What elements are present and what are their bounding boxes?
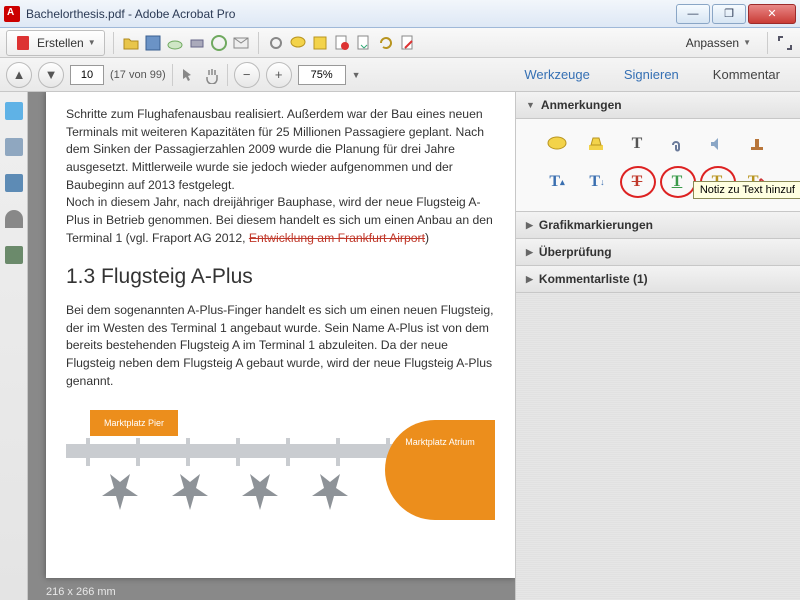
attach-file-tool[interactable] xyxy=(660,129,694,159)
comment-bubble-icon[interactable] xyxy=(289,34,307,52)
create-button[interactable]: Erstellen ▼ xyxy=(6,30,105,56)
page-total-label: (17 von 99) xyxy=(110,69,166,81)
save-icon[interactable] xyxy=(144,34,162,52)
pages-icon[interactable] xyxy=(5,138,23,156)
strikethrough-text[interactable]: Entwicklung am Frankfurt Airport xyxy=(249,231,425,245)
annotation-tools: T T▴ T↓ T T T💬 T✎ Notiz zu Text hinzuf xyxy=(516,119,800,212)
bookmarks-icon[interactable] xyxy=(5,174,23,192)
review-header[interactable]: ▶Überprüfung xyxy=(516,239,800,266)
zoom-in-button[interactable]: + xyxy=(266,62,292,88)
signatures-icon[interactable] xyxy=(5,246,23,264)
zoom-out-button[interactable]: − xyxy=(234,62,260,88)
rotate-icon[interactable] xyxy=(377,34,395,52)
zoom-input[interactable] xyxy=(298,65,346,85)
window-title: Bachelorthesis.pdf - Adobe Acrobat Pro xyxy=(26,7,674,21)
navigation-toolbar: ▲ ▼ (17 von 99) − + ▼ Werkzeuge Signiere… xyxy=(0,58,800,92)
document-area[interactable]: Schritte zum Flughafenausbau realisiert.… xyxy=(28,92,515,600)
page-up-button[interactable]: ▲ xyxy=(6,62,32,88)
graphic-markup-header[interactable]: ▶Grafikmarkierungen xyxy=(516,212,800,239)
main-toolbar: Erstellen ▼ Anpassen ▼ xyxy=(0,28,800,58)
tab-comment[interactable]: Kommentar xyxy=(699,61,794,88)
hand-tool-icon[interactable] xyxy=(203,66,221,84)
edit-icon[interactable] xyxy=(399,34,417,52)
sticky-note-tool[interactable] xyxy=(540,129,574,159)
gear-icon[interactable] xyxy=(267,34,285,52)
delete-page-icon[interactable] xyxy=(333,34,351,52)
body-paragraph: Noch in diesem Jahr, nach dreijähriger B… xyxy=(66,194,495,247)
comment-panel: ▼Anmerkungen T T▴ T↓ T T T💬 T✎ Notiz zu … xyxy=(515,92,800,600)
section-heading: 1.3 Flugsteig A-Plus xyxy=(66,262,495,292)
page-number-input[interactable] xyxy=(70,65,104,85)
cloud-icon[interactable] xyxy=(166,34,184,52)
window-titlebar: Bachelorthesis.pdf - Adobe Acrobat Pro —… xyxy=(0,0,800,28)
tab-sign[interactable]: Signieren xyxy=(610,61,693,88)
stamp-tool[interactable] xyxy=(740,129,774,159)
print-icon[interactable] xyxy=(188,34,206,52)
tab-tools[interactable]: Werkzeuge xyxy=(510,61,604,88)
annotations-header[interactable]: ▼Anmerkungen xyxy=(516,92,800,119)
body-paragraph: Bei dem sogenannten A-Plus-Finger handel… xyxy=(66,302,495,390)
panel-empty-area xyxy=(516,293,800,600)
select-tool-icon[interactable] xyxy=(179,66,197,84)
pdf-page: Schritte zum Flughafenausbau realisiert.… xyxy=(46,92,515,578)
export-icon[interactable] xyxy=(355,34,373,52)
text-tool[interactable]: T xyxy=(620,129,654,159)
underline-tool[interactable]: T xyxy=(660,167,694,197)
create-label: Erstellen xyxy=(37,36,84,50)
comment-list-header[interactable]: ▶Kommentarliste (1) xyxy=(516,266,800,293)
replace-text-tool[interactable]: T↓ xyxy=(580,167,614,197)
customize-label: Anpassen xyxy=(686,36,739,50)
terminal-diagram: Marktplatz Pier Marktplatz Atrium xyxy=(66,404,495,524)
close-button[interactable]: ✕ xyxy=(748,4,796,24)
highlight-tool[interactable] xyxy=(580,129,614,159)
strikethrough-tool[interactable]: T xyxy=(620,167,654,197)
share-icon[interactable] xyxy=(210,34,228,52)
attachments-icon[interactable] xyxy=(5,210,23,228)
maximize-button[interactable]: ❐ xyxy=(712,4,746,24)
pier-label: Marktplatz Pier xyxy=(90,410,178,436)
pdf-icon xyxy=(15,34,33,52)
thumbnails-icon[interactable] xyxy=(5,102,23,120)
tooltip: Notiz zu Text hinzuf xyxy=(693,181,800,199)
highlight-icon[interactable] xyxy=(311,34,329,52)
page-dimensions: 216 x 266 mm xyxy=(46,586,116,598)
insert-text-tool[interactable]: T▴ xyxy=(540,167,574,197)
minimize-button[interactable]: — xyxy=(676,4,710,24)
left-sidebar xyxy=(0,92,28,600)
open-icon[interactable] xyxy=(122,34,140,52)
customize-button[interactable]: Anpassen ▼ xyxy=(678,33,759,53)
acrobat-icon xyxy=(4,6,20,22)
page-down-button[interactable]: ▼ xyxy=(38,62,64,88)
audio-tool[interactable] xyxy=(700,129,734,159)
atrium-label: Marktplatz Atrium xyxy=(385,420,495,520)
body-paragraph: Schritte zum Flughafenausbau realisiert.… xyxy=(66,106,495,194)
mail-icon[interactable] xyxy=(232,34,250,52)
fullscreen-icon[interactable] xyxy=(776,34,794,52)
